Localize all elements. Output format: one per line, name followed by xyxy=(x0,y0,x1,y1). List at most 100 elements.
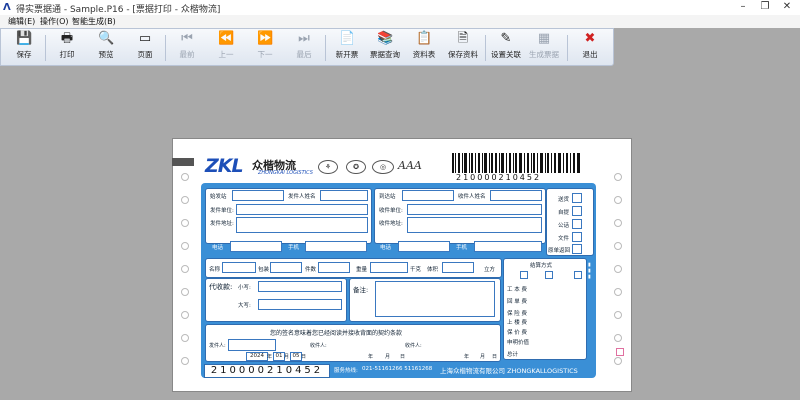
sender-address-input[interactable] xyxy=(236,217,368,233)
toolbar-separator xyxy=(485,35,486,61)
save-data-icon: 🗎 xyxy=(457,31,469,46)
receipt-return-checkbox[interactable] xyxy=(572,244,582,254)
goods-name-label: 名称 xyxy=(209,267,221,273)
zkl-logo: ZKL xyxy=(205,155,244,177)
destination-label: 到达站 xyxy=(379,194,396,200)
page-button[interactable]: ▭ 页面 xyxy=(128,31,162,63)
receiver-address-label: 收件地址: xyxy=(379,221,403,227)
remarks-input[interactable] xyxy=(375,281,495,317)
barcode-number: 210000210452 xyxy=(456,173,542,182)
new-ticket-button[interactable]: 📄 新开票 xyxy=(330,31,364,63)
data-table-icon: 📋 xyxy=(416,31,433,46)
notify-checkbox[interactable] xyxy=(572,219,582,229)
notify-label: 公话 xyxy=(558,223,570,229)
close-icon[interactable]: ✕ xyxy=(776,0,798,14)
first-button[interactable]: ⏮ 最前 xyxy=(170,31,204,63)
preview-icon: 🔍 xyxy=(98,31,115,46)
sender-phone-input[interactable] xyxy=(230,241,282,252)
last-button[interactable]: ⏭ 最后 xyxy=(287,31,321,63)
toolbar-separator xyxy=(325,35,326,61)
cubic-label: 立方 xyxy=(484,267,496,273)
settlement-option-1-checkbox[interactable] xyxy=(520,271,528,279)
previous-label: 上一 xyxy=(218,50,234,59)
month-label-2: 月 xyxy=(385,354,391,360)
shipper-sign-input[interactable] xyxy=(228,339,276,351)
receiver-name-label: 收件人姓名 xyxy=(458,194,486,200)
fee-item: 申明价值 xyxy=(507,340,530,346)
cert-badge-icon: ✪ xyxy=(346,160,366,174)
ticket-query-label: 票据查询 xyxy=(370,50,400,59)
printer-icon: 🖶 xyxy=(60,31,74,46)
day-label-3: 日 xyxy=(492,354,498,360)
sender-name-select[interactable] xyxy=(320,190,368,201)
save-button[interactable]: 💾 保存 xyxy=(7,31,41,63)
self-pickup-label: 自提 xyxy=(558,210,570,216)
self-pickup-checkbox[interactable] xyxy=(572,206,582,216)
cod-small-input[interactable] xyxy=(258,281,342,292)
cod-big-label: 大写: xyxy=(238,303,251,309)
departure-select[interactable] xyxy=(232,190,284,201)
packaging-input[interactable] xyxy=(270,262,302,273)
sender-company-input[interactable] xyxy=(236,204,368,215)
save-data-button[interactable]: 🗎 保存资料 xyxy=(446,31,480,63)
preview-button[interactable]: 🔍 预览 xyxy=(89,31,123,63)
window-title: 得实票据通 - Sample.P16 - [票据打印 - 众楷物流] xyxy=(16,5,221,15)
toolbar-separator xyxy=(165,35,166,61)
pieces-input[interactable] xyxy=(318,262,350,273)
ticket-query-button[interactable]: 📚 票据查询 xyxy=(368,31,402,63)
sender-company-label: 发件单位: xyxy=(210,208,234,214)
receipt-return-label: 原单返回 xyxy=(548,248,571,254)
destination-select[interactable] xyxy=(402,190,454,201)
print-button[interactable]: 🖶 打印 xyxy=(50,31,84,63)
cod-small-label: 小写: xyxy=(238,285,251,291)
volume-input[interactable] xyxy=(442,262,474,273)
generate-ticket-button[interactable]: ▦ 生成票据 xyxy=(527,31,561,63)
weight-input[interactable] xyxy=(370,262,408,273)
weight-label: 重量 xyxy=(356,267,368,273)
next-button[interactable]: ⏩ 下一 xyxy=(248,31,282,63)
year-label-2: 年 xyxy=(368,354,374,360)
last-label: 最后 xyxy=(296,50,312,59)
exit-button[interactable]: ✖ 退出 xyxy=(573,31,607,63)
goods-name-input[interactable] xyxy=(222,262,256,273)
delivery-checkbox[interactable] xyxy=(572,193,582,203)
pieces-label: 件数 xyxy=(305,267,317,273)
next-icon: ⏩ xyxy=(257,31,274,46)
data-table-button[interactable]: 📋 资料表 xyxy=(407,31,441,63)
date-year-input[interactable]: 2024 xyxy=(246,352,268,361)
document-checkbox[interactable] xyxy=(572,232,582,242)
sender-mobile-input[interactable] xyxy=(305,241,367,252)
first-label: 最前 xyxy=(179,50,195,59)
toolbar: 💾 保存 🖶 打印 🔍 预览 ▭ 页面 ⏮ 最前 ⏪ 上一 ⏩ 下一 ⏭ 最后 📄 新开票 📚 票据… xyxy=(0,28,614,66)
barcode xyxy=(452,153,580,173)
next-label: 下一 xyxy=(257,50,273,59)
fee-item: 保 险 费 xyxy=(507,311,527,317)
sign-notice: 您的签名意味着您已经阅读并接收背面的契约条款 xyxy=(270,330,403,337)
restore-icon[interactable]: ❐ xyxy=(754,0,776,14)
menu-smart-generate[interactable]: 智能生成(B) xyxy=(72,16,116,27)
new-ticket-icon: 📄 xyxy=(339,31,356,46)
hotline-label: 服务热线: xyxy=(334,368,358,374)
cod-big-input[interactable] xyxy=(258,299,342,310)
sender-mobile-label: 手机 xyxy=(288,245,300,251)
sender-phone-label: 电话 xyxy=(212,245,224,251)
previous-button[interactable]: ⏪ 上一 xyxy=(209,31,243,63)
app-logo-icon: Λ xyxy=(3,2,11,13)
cert-seal-icon: ⚘ xyxy=(318,160,338,174)
receiver-address-input[interactable] xyxy=(407,217,542,233)
minimize-icon[interactable]: – xyxy=(732,0,754,14)
toolbar-separator xyxy=(567,35,568,61)
paper-edge-mark xyxy=(172,158,194,166)
receiver-phone-label: 电话 xyxy=(380,245,392,251)
packaging-label: 包装 xyxy=(258,267,270,273)
settlement-option-2-checkbox[interactable] xyxy=(545,271,553,279)
receiver-mobile-input[interactable] xyxy=(474,241,542,252)
link-settings-button[interactable]: ✎ 设置关联 xyxy=(489,31,523,63)
receiver-phone-input[interactable] xyxy=(398,241,450,252)
receiver-name-select[interactable] xyxy=(490,190,542,201)
fee-item: 回 单 费 xyxy=(507,299,527,305)
menu-operation[interactable]: 操作(O) xyxy=(40,16,69,27)
menu-edit[interactable]: 编辑(E) xyxy=(8,16,35,27)
receiver-company-input[interactable] xyxy=(407,204,542,215)
settlement-option-3-checkbox[interactable] xyxy=(574,271,582,279)
